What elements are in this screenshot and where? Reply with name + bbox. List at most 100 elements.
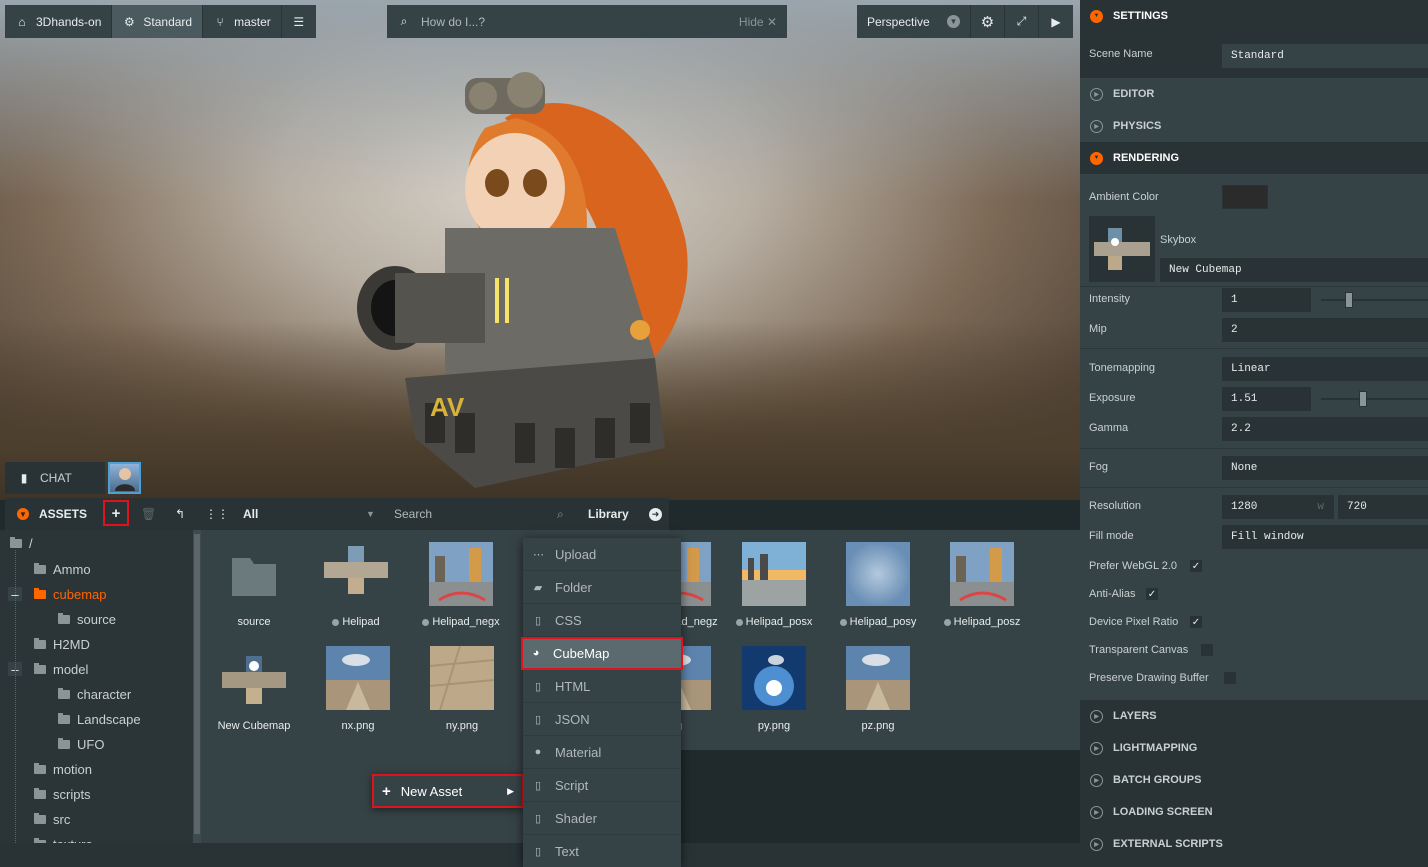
- menu-item-shader[interactable]: ▯ Shader: [523, 802, 681, 835]
- project-button[interactable]: ⌂ 3Dhands-on: [5, 5, 113, 38]
- tree-item[interactable]: cubemap: [34, 583, 106, 605]
- collapse-icon[interactable]: ▼: [17, 508, 29, 520]
- exposure-field[interactable]: 1.51: [1222, 387, 1311, 411]
- menu-item-upload[interactable]: ⋯ Upload: [523, 538, 681, 571]
- menu-item-script[interactable]: ▯ Script: [523, 769, 681, 802]
- tree-item[interactable]: Ammo: [34, 558, 91, 580]
- new-asset-menu-item[interactable]: + New Asset ▶: [372, 774, 524, 808]
- dpr-checkbox[interactable]: ✓: [1190, 616, 1202, 628]
- asset-item[interactable]: Helipad: [306, 542, 406, 628]
- asset-item[interactable]: nx.png: [308, 646, 408, 732]
- expand-icon: ▶: [1090, 119, 1103, 133]
- settings-button[interactable]: ⚙: [971, 5, 1005, 38]
- tree-item[interactable]: UFO: [58, 733, 104, 755]
- antialias-checkbox[interactable]: ✓: [1146, 588, 1158, 600]
- skybox-thumbnail[interactable]: [1089, 216, 1155, 282]
- tree-item[interactable]: texture: [34, 833, 93, 843]
- mip-field[interactable]: 2: [1222, 318, 1428, 342]
- fullscreen-button[interactable]: ⤢: [1005, 5, 1039, 38]
- asset-search-input[interactable]: Search: [394, 507, 432, 521]
- grid-view-icon[interactable]: ⋮⋮: [205, 507, 229, 521]
- asset-item[interactable]: Helipad_posy: [828, 542, 928, 628]
- menu-item-folder[interactable]: ▰ Folder: [523, 571, 681, 604]
- branch-button[interactable]: ⑂ master: [203, 5, 282, 38]
- tonemapping-select[interactable]: Linear: [1222, 357, 1428, 381]
- asset-item[interactable]: source: [204, 542, 304, 628]
- help-search-placeholder: How do I...?: [421, 14, 486, 29]
- slider-handle[interactable]: [1345, 292, 1353, 308]
- tree-item[interactable]: Landscape: [58, 708, 141, 730]
- section-label: LAYERS: [1113, 710, 1157, 722]
- asset-item[interactable]: pz.png: [828, 646, 928, 732]
- gamma-field[interactable]: 2.2: [1222, 417, 1428, 441]
- section-editor[interactable]: ▶ EDITOR: [1080, 78, 1428, 110]
- tree-item[interactable]: character: [58, 683, 131, 705]
- tree-item[interactable]: src: [34, 808, 70, 830]
- list-button[interactable]: ☰: [282, 5, 316, 38]
- intensity-slider[interactable]: [1321, 292, 1428, 308]
- menu-item-css[interactable]: ▯ CSS: [523, 604, 681, 637]
- section-external-scripts[interactable]: ▶ EXTERNAL SCRIPTS: [1080, 828, 1428, 860]
- tree-item[interactable]: motion: [34, 758, 92, 780]
- section-rendering[interactable]: ▼ RENDERING: [1080, 142, 1428, 174]
- exposure-slider[interactable]: [1321, 391, 1428, 407]
- resolution-width-field[interactable]: 1280 w: [1222, 495, 1334, 519]
- webgl2-checkbox[interactable]: ✓: [1190, 560, 1202, 572]
- section-lightmapping[interactable]: ▶ LIGHTMAPPING: [1080, 732, 1428, 764]
- settings-panel: ▼ SETTINGS Scene Name Standard ▶ EDITOR …: [1080, 0, 1428, 867]
- asset-item[interactable]: Helipad_negx: [411, 542, 511, 628]
- transparent-canvas-checkbox[interactable]: [1201, 644, 1213, 656]
- avatar[interactable]: [108, 462, 141, 494]
- ambient-color-swatch[interactable]: [1222, 185, 1268, 209]
- tree-scrollbar[interactable]: [193, 530, 201, 843]
- trash-icon[interactable]: 🗑: [141, 507, 156, 521]
- scene-button[interactable]: ⚙ Standard: [112, 5, 204, 38]
- tree-item[interactable]: model: [34, 658, 88, 680]
- status-dot-icon: [422, 618, 430, 626]
- preserve-buffer-checkbox[interactable]: [1224, 672, 1236, 684]
- help-search[interactable]: ⌕ How do I...? Hide ✕: [387, 5, 787, 38]
- folder-icon: [58, 612, 70, 624]
- tree-item[interactable]: scripts: [34, 783, 91, 805]
- tree-item[interactable]: /: [10, 532, 33, 554]
- section-physics[interactable]: ▶ PHYSICS: [1080, 110, 1428, 142]
- settings-header[interactable]: ▼ SETTINGS: [1080, 0, 1428, 32]
- menu-item-cubemap[interactable]: ◕ CubeMap: [521, 637, 683, 670]
- tree-item[interactable]: H2MD: [34, 633, 90, 655]
- section-layers[interactable]: ▶ LAYERS: [1080, 700, 1428, 732]
- scroll-thumb[interactable]: [194, 534, 200, 834]
- launch-button[interactable]: ▶: [1039, 5, 1073, 38]
- resolution-height-field[interactable]: 720: [1338, 495, 1428, 519]
- fog-select[interactable]: None: [1222, 456, 1428, 480]
- menu-item-html[interactable]: ▯ HTML: [523, 670, 681, 703]
- skybox-field[interactable]: New Cubemap: [1160, 258, 1428, 282]
- intensity-field[interactable]: 1: [1222, 288, 1311, 312]
- chat-button[interactable]: ▮ CHAT: [5, 462, 105, 494]
- camera-dropdown[interactable]: Perspective ▼: [857, 5, 971, 38]
- fill-mode-select[interactable]: Fill window: [1222, 525, 1428, 549]
- library-button[interactable]: Library: [588, 507, 629, 521]
- tree-item[interactable]: source: [58, 608, 116, 630]
- asset-item[interactable]: Helipad_posz: [932, 542, 1032, 628]
- viewport[interactable]: AV ⌂ 3Dhands-on ⚙ Standard ⑂ master ☰ ⌕ …: [0, 0, 1080, 500]
- menu-item-text[interactable]: ▯ Text: [523, 835, 681, 867]
- asset-thumbnail: [324, 542, 388, 606]
- up-folder-icon[interactable]: ↰: [175, 507, 185, 521]
- section-batch-groups[interactable]: ▶ BATCH GROUPS: [1080, 764, 1428, 796]
- scene-name-field[interactable]: Standard: [1222, 44, 1428, 68]
- asset-item[interactable]: Helipad_posx: [724, 542, 824, 628]
- asset-item[interactable]: ny.png: [412, 645, 512, 732]
- filter-dropdown[interactable]: All: [243, 507, 258, 521]
- add-asset-button[interactable]: +: [103, 500, 129, 526]
- asset-item[interactable]: py.png: [724, 646, 824, 732]
- asset-thumbnail: [742, 542, 806, 606]
- menu-item-material[interactable]: ● Material: [523, 736, 681, 769]
- gamma-label: Gamma: [1089, 422, 1129, 434]
- menu-item-json[interactable]: ▯ JSON: [523, 703, 681, 736]
- asset-item[interactable]: New Cubemap: [204, 646, 304, 732]
- character-model[interactable]: AV: [355, 58, 695, 498]
- section-loading-screen[interactable]: ▶ LOADING SCREEN: [1080, 796, 1428, 828]
- hide-search-button[interactable]: Hide ✕: [739, 15, 777, 29]
- slider-handle[interactable]: [1359, 391, 1367, 407]
- arrow-right-icon[interactable]: ➜: [649, 507, 662, 521]
